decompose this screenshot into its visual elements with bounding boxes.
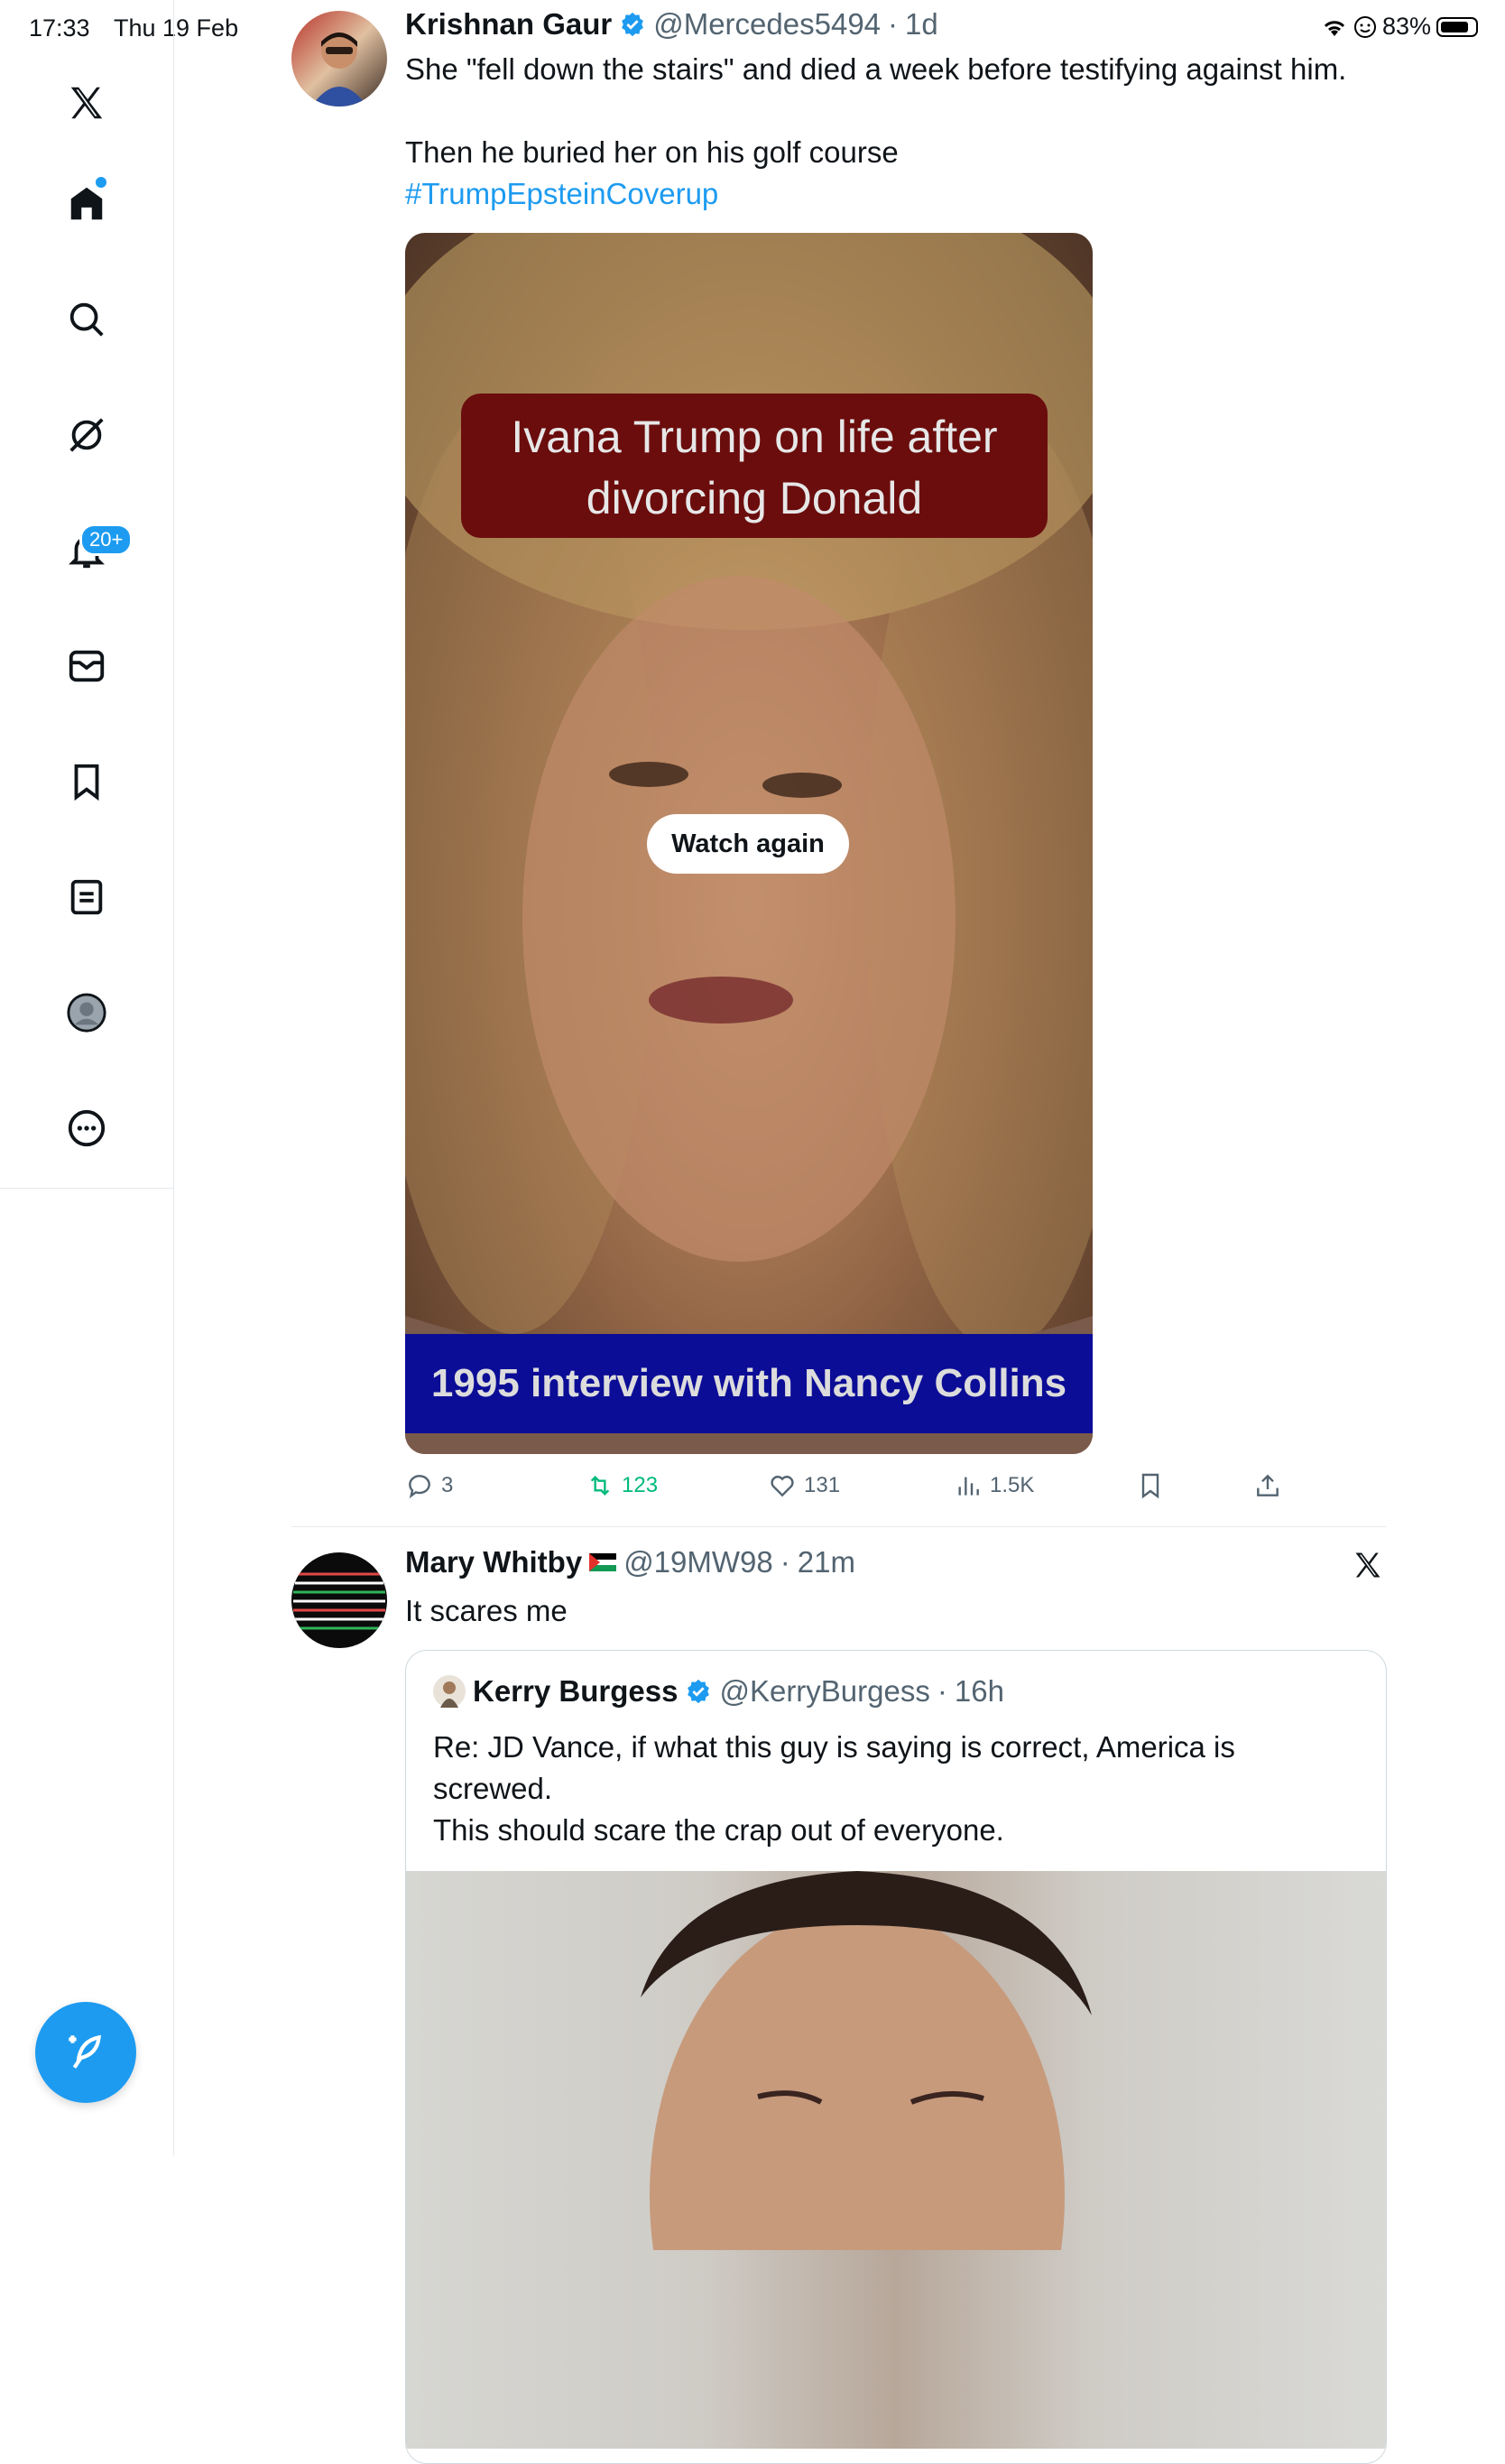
quote-text-line: Re: JD Vance, if what this guy is saying…: [433, 1730, 1235, 1805]
reply-count: 3: [441, 1473, 454, 1497]
home-unread-dot: [96, 177, 106, 188]
notifications-badge: 20+: [79, 523, 134, 556]
nav-bookmarks[interactable]: [60, 755, 114, 809]
quote-video[interactable]: [406, 1871, 1386, 2463]
battery-percent: 83%: [1381, 13, 1431, 40]
tweet-text-line: She "fell down the stairs" and died a we…: [405, 52, 1347, 86]
more-icon: [68, 1109, 106, 1147]
share-button[interactable]: [1253, 1471, 1282, 1500]
verified-badge-icon: [685, 1678, 712, 1705]
tweet-time[interactable]: 21m: [798, 1545, 855, 1579]
views-icon: [958, 1477, 979, 1496]
tweet-time[interactable]: 1d: [905, 7, 938, 42]
video-caption-top: Ivana Trump on life after divorcing Dona…: [461, 394, 1048, 538]
home-icon: [70, 187, 103, 220]
dot-separator: ·: [780, 1545, 790, 1579]
bookmark-icon: [74, 764, 99, 801]
verified-badge-icon: [619, 11, 646, 38]
bookmark-icon: [1141, 1473, 1159, 1499]
nav-more[interactable]: [60, 1101, 114, 1155]
nav-grok[interactable]: [60, 408, 114, 462]
sidebar-nav: 20+: [0, 0, 174, 2155]
author-handle[interactable]: @Mercedes5494: [653, 7, 881, 42]
views-button[interactable]: 1.5K: [954, 1471, 1034, 1500]
palestine-flag-icon: [589, 1553, 617, 1571]
reply-icon: [409, 1475, 430, 1499]
like-button[interactable]: 131: [768, 1471, 840, 1500]
views-count: 1.5K: [990, 1473, 1035, 1497]
quoted-tweet[interactable]: Kerry Burgess @KerryBurgess · 16h Re: JD…: [405, 1650, 1387, 2464]
quote-avatar[interactable]: [433, 1675, 466, 1708]
tweet-mary-whitby[interactable]: Mary Whitby @19MW98 · 21m It scares me K…: [291, 1527, 1387, 2464]
quote-header: Kerry Burgess @KerryBurgess · 16h: [433, 1674, 1004, 1709]
author-name[interactable]: Krishnan Gaur: [405, 7, 612, 42]
nav-search[interactable]: [60, 292, 114, 347]
nav-profile[interactable]: [60, 986, 114, 1040]
tweet-text: She "fell down the stairs" and died a we…: [405, 49, 1398, 215]
reply-button[interactable]: 3: [405, 1471, 453, 1500]
quote-text-line: This should scare the crap out of everyo…: [433, 1813, 1004, 1847]
tweet-krishnan-gaur[interactable]: Krishnan Gaur @Mercedes5494 · 1d She "fe…: [291, 0, 1386, 1525]
nav-messages[interactable]: [60, 639, 114, 693]
tweet-video[interactable]: Ivana Trump on life after divorcing Dona…: [405, 233, 1093, 1454]
heart-icon: [771, 1476, 794, 1497]
x-logo-icon[interactable]: [60, 76, 114, 130]
search-icon: [69, 302, 104, 337]
x-logo-icon[interactable]: [1352, 1549, 1384, 1581]
tweet-actions: 3 123 131 1.5K: [405, 1462, 1307, 1516]
retweet-count: 123: [622, 1473, 659, 1497]
battery-icon: [1436, 16, 1478, 37]
like-count: 131: [804, 1473, 841, 1497]
tweet-text: It scares me: [405, 1594, 568, 1627]
quote-author-name[interactable]: Kerry Burgess: [473, 1674, 678, 1709]
retweet-icon: [590, 1475, 610, 1496]
sidebar-divider: [0, 1188, 173, 1189]
tweet-header: Krishnan Gaur @Mercedes5494 · 1d: [405, 7, 938, 42]
tweet-text-line: Then he buried her on his golf course: [405, 135, 899, 169]
dot-separator: ·: [937, 1674, 947, 1708]
nav-lists[interactable]: [60, 870, 114, 924]
profile-avatar-icon: [67, 993, 106, 1033]
quote-text: Re: JD Vance, if what this guy is saying…: [433, 1727, 1335, 1851]
quote-time[interactable]: 16h: [955, 1674, 1004, 1709]
watch-again-button[interactable]: Watch again: [647, 814, 849, 874]
quote-video-frame: [641, 1871, 1092, 2463]
hashtag-link[interactable]: #TrumpEpsteinCoverup: [405, 173, 1398, 215]
author-name[interactable]: Mary Whitby: [405, 1545, 582, 1579]
compose-button[interactable]: [35, 2002, 136, 2103]
retweet-button[interactable]: 123: [586, 1471, 658, 1500]
grok-icon: [69, 418, 104, 452]
video-caption-bottom: 1995 interview with Nancy Collins: [405, 1334, 1093, 1433]
author-handle[interactable]: @19MW98: [623, 1545, 773, 1579]
avatar[interactable]: [291, 11, 387, 107]
share-icon: [1257, 1474, 1279, 1496]
avatar[interactable]: [291, 1552, 387, 1648]
bookmark-button[interactable]: [1136, 1471, 1165, 1500]
quote-author-handle[interactable]: @KerryBurgess: [719, 1674, 929, 1709]
tweet-header: Mary Whitby @19MW98 · 21m: [405, 1545, 855, 1579]
mail-icon: [69, 650, 105, 682]
dot-separator: ·: [888, 7, 899, 41]
list-icon: [70, 879, 103, 915]
compose-feather-icon: [69, 2034, 101, 2069]
